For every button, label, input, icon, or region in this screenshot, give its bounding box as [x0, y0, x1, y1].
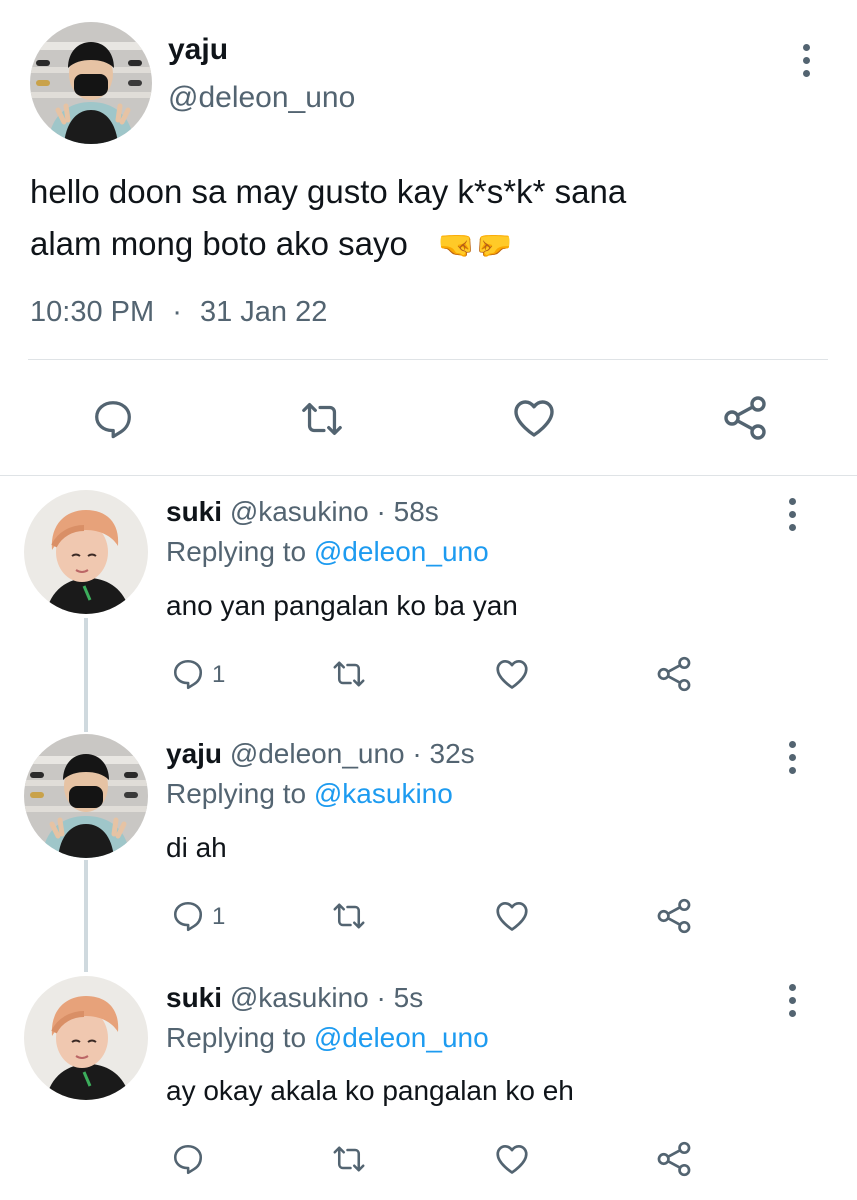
separator: · — [172, 296, 182, 328]
replying-to: Replying to @deleon_uno — [166, 534, 489, 570]
display-name[interactable]: suki — [166, 982, 222, 1013]
reply-icon[interactable] — [170, 1141, 206, 1177]
tweet-text-line: hello doon sa may gusto kay k*s*k* sana — [30, 173, 627, 210]
reply-icon[interactable] — [170, 898, 206, 934]
reply-count: 1 — [212, 661, 226, 688]
more-vertical-icon[interactable] — [789, 498, 797, 537]
tweet-text-line: alam mong boto ako sayo 🤜🤛 — [30, 218, 830, 272]
separator: · — [376, 496, 386, 527]
reply-text: ano yan pangalan ko ba yan — [166, 590, 518, 621]
time: 10:30 PM — [30, 296, 155, 328]
retweet-icon[interactable] — [330, 1141, 368, 1177]
heart-icon[interactable] — [493, 655, 531, 693]
date: 31 Jan 22 — [199, 296, 328, 328]
time[interactable]: 32s — [430, 738, 475, 769]
share-icon[interactable] — [654, 897, 694, 935]
thread-line — [84, 860, 88, 972]
tweet-text: hello doon sa may gusto kay k*s*k* sana … — [30, 166, 830, 272]
avatar-photo — [30, 22, 152, 144]
mention-link[interactable]: @deleon_uno — [314, 536, 489, 567]
replying-to: Replying to @kasukino — [166, 776, 453, 812]
mention-link[interactable]: @kasukino — [314, 778, 453, 809]
time[interactable]: 5s — [394, 982, 424, 1013]
display-name[interactable]: yaju — [168, 30, 228, 70]
replying-label: Replying to — [166, 536, 307, 567]
tweet-timestamp[interactable]: 10:30 PM · 31 Jan 22 — [30, 290, 327, 334]
user-handle[interactable]: @kasukino — [230, 496, 369, 527]
time[interactable]: 58s — [394, 496, 439, 527]
reply-icon[interactable] — [170, 656, 206, 692]
more-vertical-icon[interactable] — [789, 984, 797, 1023]
replying-to: Replying to @deleon_uno — [166, 1020, 489, 1056]
share-icon[interactable] — [720, 394, 770, 442]
reply-header: yaju @deleon_uno · 32s — [166, 736, 475, 772]
divider — [28, 359, 828, 360]
avatar[interactable] — [24, 734, 148, 858]
separator: · — [376, 982, 386, 1013]
more-vertical-icon[interactable] — [789, 741, 797, 780]
avatar[interactable] — [24, 490, 148, 614]
reply-text: di ah — [166, 832, 227, 863]
divider — [0, 475, 857, 476]
tweet-text-part: alam mong boto ako sayo — [30, 225, 408, 262]
more-vertical-icon[interactable] — [803, 44, 811, 83]
reply-text: ay okay akala ko pangalan ko eh — [166, 1075, 574, 1106]
user-handle[interactable]: @kasukino — [230, 982, 369, 1013]
heart-icon[interactable] — [493, 1140, 531, 1178]
avatar-photo — [24, 734, 148, 858]
thread-line — [84, 618, 88, 732]
retweet-icon[interactable] — [330, 898, 368, 934]
avatar[interactable] — [24, 976, 148, 1100]
emoji: 🤜🤛 — [437, 229, 513, 262]
display-name[interactable]: yaju — [166, 738, 222, 769]
retweet-icon[interactable] — [298, 396, 346, 442]
user-handle[interactable]: @deleon_uno — [168, 78, 355, 118]
replying-label: Replying to — [166, 1022, 307, 1053]
reply-icon[interactable] — [90, 396, 136, 442]
heart-icon[interactable] — [493, 897, 531, 935]
replying-label: Replying to — [166, 778, 307, 809]
mention-link[interactable]: @deleon_uno — [314, 1022, 489, 1053]
separator: · — [412, 738, 422, 769]
retweet-icon[interactable] — [330, 656, 368, 692]
reply-header: suki @kasukino · 5s — [166, 980, 423, 1016]
share-icon[interactable] — [654, 1140, 694, 1178]
display-name[interactable]: suki — [166, 496, 222, 527]
avatar[interactable] — [30, 22, 152, 144]
reply-count: 1 — [212, 903, 226, 930]
share-icon[interactable] — [654, 655, 694, 693]
user-handle[interactable]: @deleon_uno — [230, 738, 405, 769]
heart-icon[interactable] — [510, 394, 558, 442]
avatar-photo — [24, 976, 148, 1100]
avatar-photo — [24, 490, 148, 614]
reply-header: suki @kasukino · 58s — [166, 494, 439, 530]
